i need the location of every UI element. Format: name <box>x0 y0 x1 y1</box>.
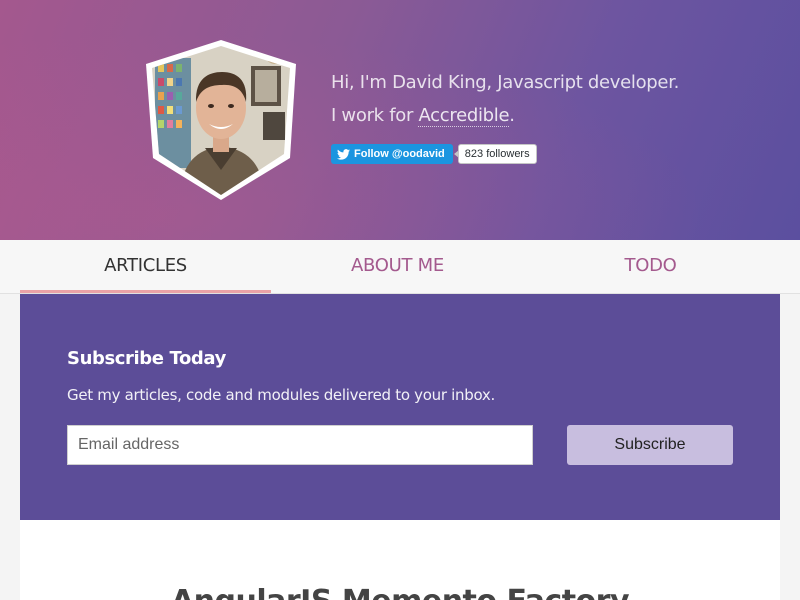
tab-todo[interactable]: TODO <box>524 240 777 293</box>
profile-photo <box>146 40 296 200</box>
article-title[interactable]: AngularJS Memento Factory <box>20 584 780 600</box>
intro-line-1: Hi, I'm David King, Javascript developer… <box>331 72 680 93</box>
tab-about-me[interactable]: ABOUT ME <box>271 240 524 293</box>
intro-prefix: I work for <box>331 105 419 126</box>
twitter-follow-label: Follow @oodavid <box>354 148 445 160</box>
intro-line-2: I work for Accredible. <box>331 99 679 132</box>
intro-text: Hi, I'm David King, Javascript developer… <box>331 66 679 132</box>
hero-header: Hi, I'm David King, Javascript developer… <box>0 0 800 240</box>
subscribe-button[interactable]: Subscribe <box>567 425 733 465</box>
main-nav: ARTICLES ABOUT ME TODO <box>0 240 800 294</box>
subscribe-title: Subscribe Today <box>67 348 226 369</box>
twitter-bird-icon <box>337 148 350 160</box>
subscribe-panel: Subscribe Today Get my articles, code an… <box>20 294 780 520</box>
twitter-follower-count[interactable]: 823 followers <box>453 144 537 164</box>
article-card: AngularJS Memento Factory <box>20 520 780 600</box>
avatar <box>145 40 297 200</box>
employer-link[interactable]: Accredible <box>418 105 510 127</box>
subscribe-description: Get my articles, code and modules delive… <box>67 386 495 404</box>
intro-suffix: . <box>509 105 515 126</box>
email-field[interactable] <box>67 425 533 465</box>
tab-articles[interactable]: ARTICLES <box>20 240 271 293</box>
twitter-follow-widget: Follow @oodavid 823 followers <box>331 144 537 164</box>
twitter-follow-button[interactable]: Follow @oodavid <box>331 144 453 164</box>
